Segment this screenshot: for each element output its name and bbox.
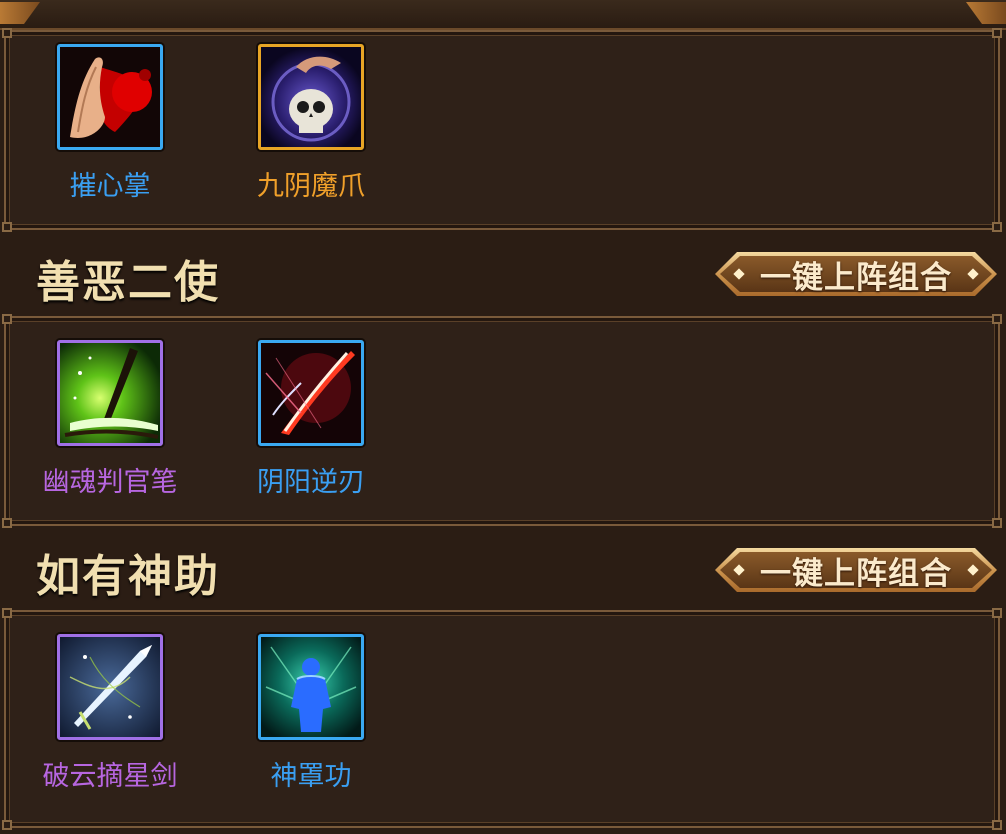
skill-item[interactable]: 幽魂判官笔: [35, 340, 185, 499]
skill-name: 幽魂判官笔: [42, 467, 178, 498]
yinyang-blade-icon[interactable]: [258, 340, 364, 446]
skill-item[interactable]: 九阴魔爪: [236, 44, 386, 203]
skull-claw-icon[interactable]: [258, 44, 364, 150]
frame-corner: [2, 222, 12, 232]
frame-corner: [2, 820, 12, 830]
skill-name: 九阴魔爪: [257, 171, 365, 202]
divine-aura-icon[interactable]: [258, 634, 364, 740]
group-title: 如有神助: [36, 551, 220, 602]
frame-corner: [992, 28, 1002, 38]
skill-name: 破云摘星剑: [42, 761, 178, 792]
frame-corner: [2, 314, 12, 324]
frame-corner: [2, 518, 12, 528]
skill-panel-1: 摧心掌 九阴魔爪: [2, 28, 1002, 232]
frame-corner: [2, 28, 12, 38]
button-label: 一键上阵组合: [760, 259, 952, 296]
frame-corner: [992, 820, 1002, 830]
frame-corner: [992, 518, 1002, 528]
frame-corner: [992, 608, 1002, 618]
bloody-palm-icon[interactable]: [57, 44, 163, 150]
one-click-deploy-button[interactable]: 一键上阵组合: [715, 548, 997, 592]
skill-panel-2: 幽魂判官笔 阴阳逆刃: [2, 314, 1002, 528]
ghost-brush-icon[interactable]: [57, 340, 163, 446]
skill-item[interactable]: 破云摘星剑: [35, 634, 185, 793]
frame-corner: [2, 608, 12, 618]
skill-name: 摧心掌: [69, 171, 151, 202]
frame-corner: [992, 314, 1002, 324]
one-click-deploy-button[interactable]: 一键上阵组合: [715, 252, 997, 296]
skill-name: 阴阳逆刃: [257, 467, 365, 498]
skill-item[interactable]: 阴阳逆刃: [236, 340, 386, 499]
top-frame-bar: [0, 0, 1006, 30]
skill-item[interactable]: 神罩功: [236, 634, 386, 793]
star-sword-icon[interactable]: [57, 634, 163, 740]
frame-corner: [992, 222, 1002, 232]
skill-panel-3: 破云摘星剑 神罩功: [2, 608, 1002, 830]
group-title: 善恶二使: [36, 257, 220, 308]
skill-name: 神罩功: [270, 761, 352, 792]
skill-item[interactable]: 摧心掌: [35, 44, 185, 203]
button-label: 一键上阵组合: [760, 555, 952, 592]
